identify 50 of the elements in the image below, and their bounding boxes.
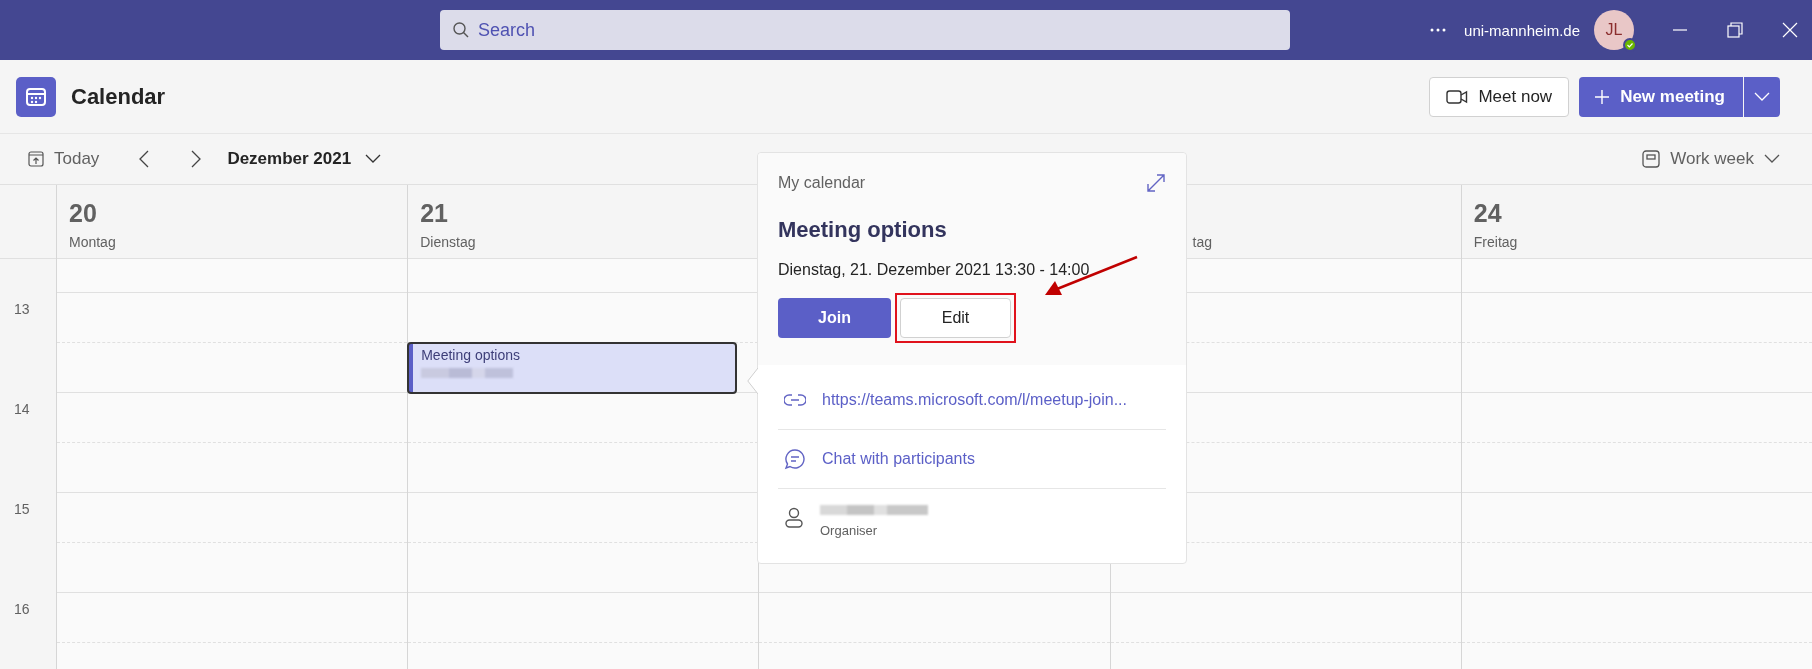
- close-icon[interactable]: [1782, 22, 1798, 38]
- month-picker[interactable]: Dezember 2021: [227, 149, 382, 169]
- hour-label: 13: [14, 301, 30, 317]
- today-button[interactable]: Today: [28, 149, 100, 169]
- new-meeting-button[interactable]: New meeting: [1579, 76, 1743, 117]
- calendar-name: My calendar: [778, 174, 866, 192]
- day-number: 20: [69, 199, 98, 228]
- chevron-right-icon[interactable]: [191, 150, 202, 168]
- day-name: tag: [1192, 234, 1214, 250]
- chat-icon: [784, 448, 806, 470]
- more-icon[interactable]: [1430, 28, 1447, 32]
- event-title: Meeting options: [421, 347, 522, 363]
- day-number: 24: [1473, 199, 1503, 228]
- chevron-down-icon: [1764, 154, 1780, 164]
- restore-icon[interactable]: [1727, 22, 1743, 38]
- edit-button[interactable]: Edit: [900, 298, 1011, 338]
- event-title: Meeting options: [778, 217, 948, 243]
- day-number: 21: [420, 199, 449, 228]
- avatar[interactable]: JL: [1594, 10, 1634, 50]
- dropdown-button[interactable]: [1744, 76, 1780, 117]
- chevron-down-icon: [365, 154, 382, 164]
- hour-label: 16: [14, 601, 30, 617]
- day-name: Montag: [69, 234, 117, 250]
- calendar-event[interactable]: Meeting options: [408, 343, 737, 393]
- join-button[interactable]: Join: [778, 298, 891, 338]
- chevron-left-icon[interactable]: [139, 150, 150, 168]
- chat-link[interactable]: Chat with participants: [822, 450, 975, 468]
- event-time: Dienstag, 21. Dezember 2021 13:30 - 14:00: [778, 261, 1091, 279]
- meeting-link[interactable]: https://teams.microsoft.com/l/meetup-join...: [822, 391, 1127, 409]
- account-name[interactable]: uni-mannheim.de: [1464, 21, 1580, 39]
- link-icon: [784, 393, 806, 407]
- hour-label: 14: [14, 401, 30, 417]
- meet-now-button[interactable]: Meet now: [1429, 76, 1570, 117]
- video-camera-icon: [1446, 88, 1469, 105]
- expand-icon[interactable]: [1146, 173, 1166, 193]
- view-icon: [1642, 150, 1661, 168]
- calendar-today-icon: [28, 151, 44, 167]
- view-picker[interactable]: Work week: [1642, 149, 1780, 169]
- person-icon: [784, 507, 804, 529]
- organiser-label: Organiser: [820, 522, 879, 538]
- app-title: Calendar: [71, 83, 166, 110]
- plus-icon: [1594, 88, 1611, 105]
- status-icon: [1623, 38, 1637, 52]
- search-icon: [452, 21, 470, 39]
- chevron-down-icon: [1754, 91, 1770, 102]
- search-field[interactable]: Search: [440, 10, 1290, 50]
- day-name: Dienstag: [420, 234, 477, 250]
- calendar-app-icon: [16, 76, 56, 117]
- day-name: Freitag: [1473, 234, 1519, 250]
- hour-label: 15: [14, 501, 30, 517]
